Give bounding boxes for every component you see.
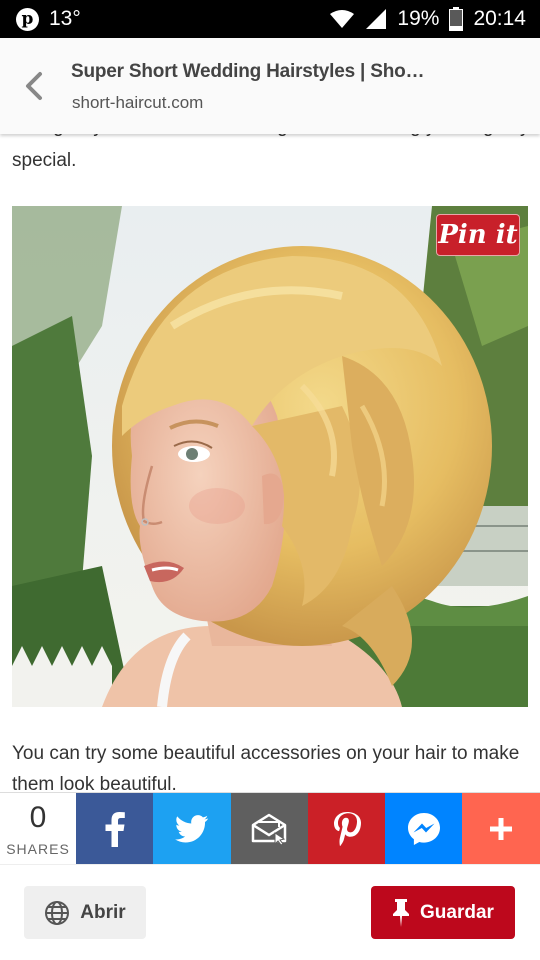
paragraph-previous: This give you a modern and elegant look … [12,134,530,171]
signal-icon [366,9,387,29]
pinterest-notification-icon: p [16,7,39,31]
wifi-icon [330,10,355,28]
save-button-label: Guardar [420,901,494,923]
messenger-share-button[interactable] [385,793,463,865]
address-bar: Super Short Wedding Hairstyles | Sho… sh… [0,38,540,134]
screen: p 13° 19% 20:14 Super Short Wedding Hair… [0,0,540,960]
globe-icon [45,900,70,925]
page-domain[interactable]: short-haircut.com [72,93,203,113]
share-count-label: SHARES [6,841,70,857]
article-content[interactable]: This give you a modern and elegant look … [0,134,540,792]
share-count-number: 0 [29,801,47,834]
status-bar: p 13° 19% 20:14 [0,0,540,38]
paragraph-next: You can try some beautiful accessories o… [12,743,520,792]
save-button[interactable]: Guardar [371,886,515,939]
pinterest-share-button[interactable] [307,793,386,865]
facebook-share-button[interactable] [76,793,154,865]
pinterest-icon [333,812,361,847]
hairstyle-photo-image [12,206,528,707]
pushpin-icon [393,898,410,927]
plus-icon [490,818,513,840]
share-bar: 0 SHARES [0,792,540,865]
facebook-icon [105,812,125,847]
battery-icon [449,7,464,31]
email-share-button[interactable] [230,793,308,865]
twitter-share-button[interactable] [153,793,231,865]
share-count: 0 SHARES [0,793,76,865]
clock: 20:14 [473,7,526,30]
hairstyle-photo[interactable]: Pin it [12,206,528,707]
battery-percent: 19% [397,7,440,30]
more-share-button[interactable] [462,793,540,865]
open-button[interactable]: Abrir [24,886,146,939]
temperature: 13° [49,7,81,30]
messenger-icon [407,813,440,845]
email-icon [251,813,287,845]
action-bar: Abrir Guardar [0,864,540,960]
open-button-label: Abrir [80,901,126,923]
back-button[interactable] [18,66,50,106]
page-title[interactable]: Super Short Wedding Hairstyles | Sho… [71,61,425,83]
twitter-icon [174,815,209,843]
pin-it-button[interactable]: Pin it [436,214,520,256]
chevron-left-icon [26,72,42,100]
pin-it-label: Pin it [438,220,518,250]
